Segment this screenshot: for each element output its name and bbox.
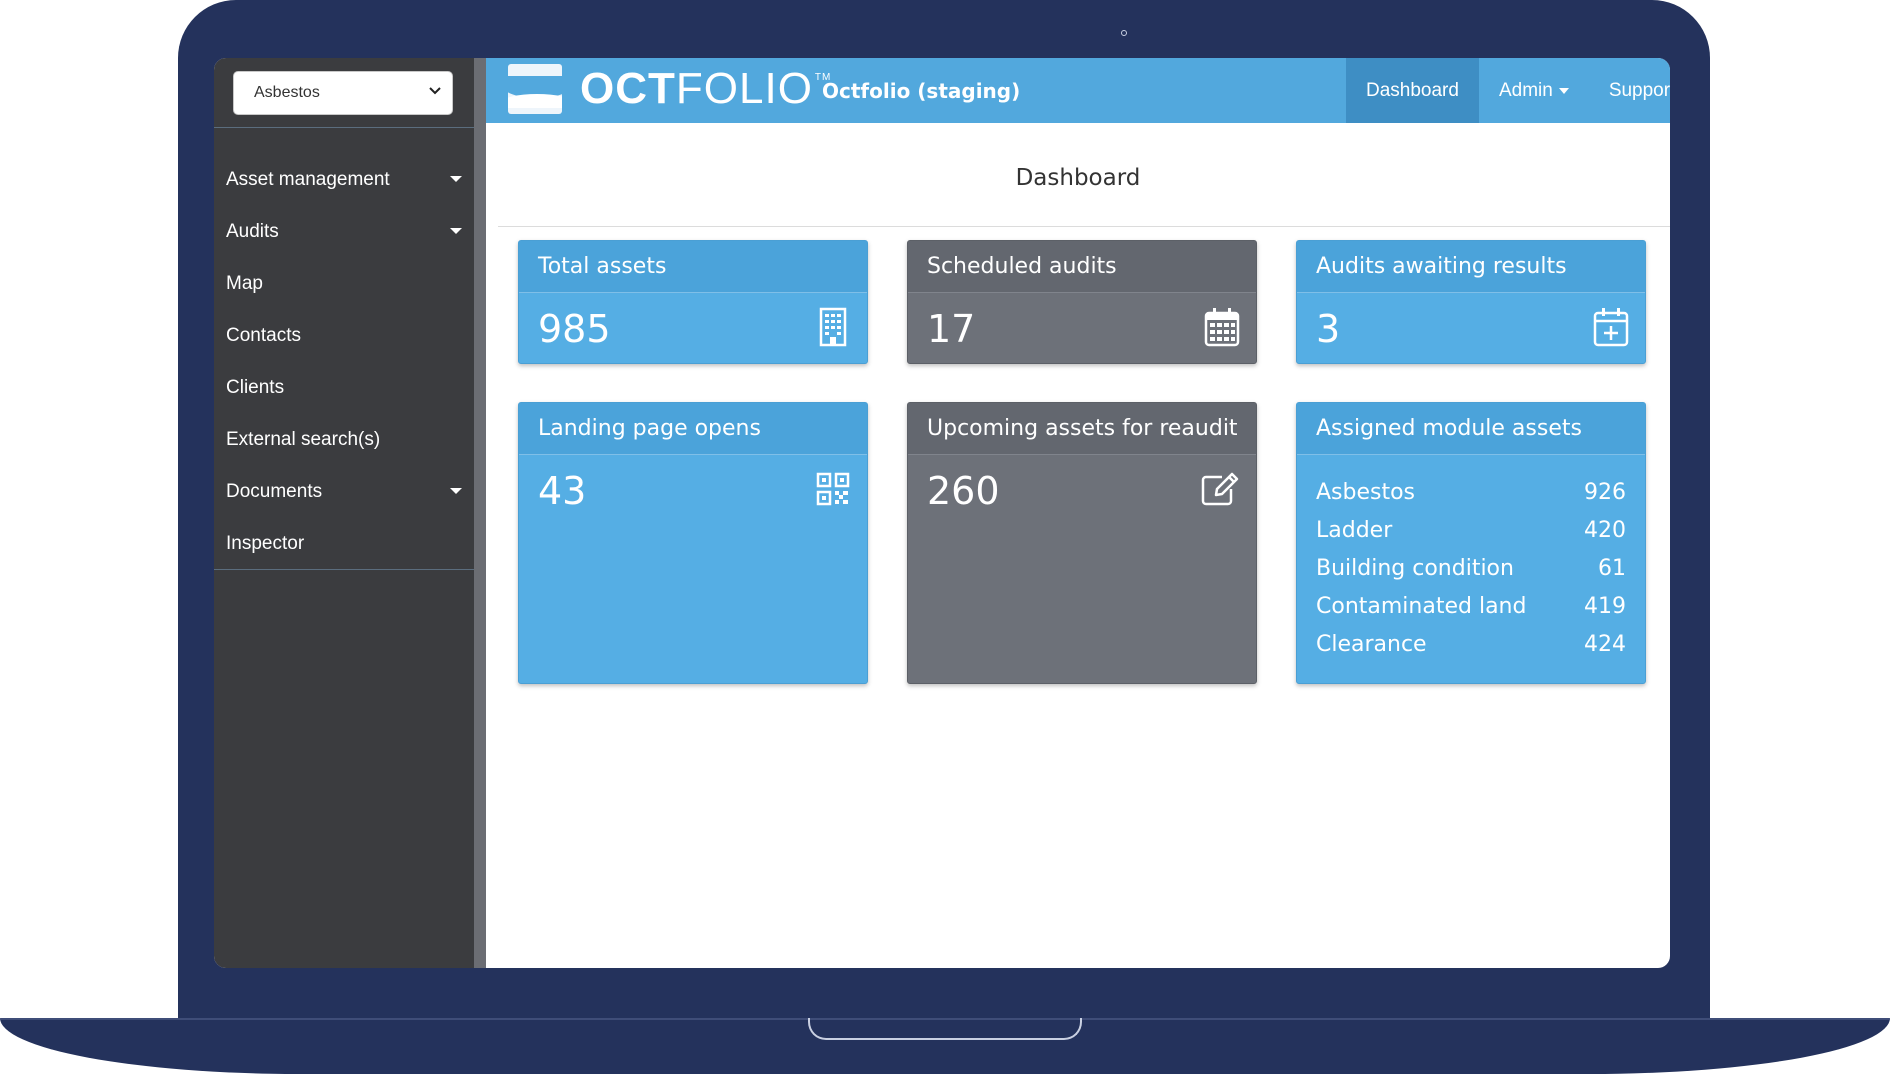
card-title: Landing page opens	[519, 403, 867, 455]
sidebar-item-label: Inspector	[226, 533, 305, 554]
card-total-assets[interactable]: Total assets 985	[518, 240, 868, 364]
sidebar-item-label: Audits	[226, 221, 279, 242]
edit-icon	[1200, 469, 1240, 509]
card-landing-page-opens[interactable]: Landing page opens 43	[518, 402, 868, 684]
module-count: 420	[1584, 517, 1626, 543]
sidebar-item-asset-management[interactable]: Asset management	[214, 154, 474, 206]
sidebar: Asbestos Asset management Audits Map Con…	[214, 58, 474, 968]
nav-support[interactable]: Support	[1589, 58, 1670, 123]
card-audits-awaiting-results[interactable]: Audits awaiting results 3	[1296, 240, 1646, 364]
sidebar-item-label: Documents	[226, 481, 323, 502]
card-assigned-module-assets[interactable]: Assigned module assets Asbestos 926 Ladd…	[1296, 402, 1646, 684]
module-count: 926	[1584, 479, 1626, 505]
logo-bold-text: OCT	[580, 64, 676, 113]
module-select-value: Asbestos	[254, 84, 320, 101]
module-count: 419	[1584, 593, 1626, 619]
qr-code-icon	[815, 469, 851, 509]
octfolio-logo-text[interactable]: OCT FOLIO TM	[580, 64, 831, 114]
module-name: Ladder	[1316, 517, 1393, 543]
calendar-plus-icon	[1593, 307, 1629, 347]
card-upcoming-assets-reaudit[interactable]: Upcoming assets for reaudit 260	[907, 402, 1257, 684]
module-name: Building condition	[1316, 555, 1514, 581]
app-screen: Asbestos Asset management Audits Map Con…	[214, 58, 1670, 968]
module-name: Asbestos	[1316, 479, 1416, 505]
sidebar-item-audits[interactable]: Audits	[214, 206, 474, 258]
sidebar-divider	[214, 569, 474, 570]
module-count: 424	[1584, 631, 1626, 657]
top-navbar: OCT FOLIO TM Octfolio (staging) Dashboard …	[486, 58, 1670, 123]
camera-dot	[1121, 30, 1127, 36]
caret-down-icon	[450, 488, 462, 494]
module-select[interactable]: Asbestos	[233, 71, 453, 115]
title-divider	[498, 226, 1670, 227]
sidebar-item-documents[interactable]: Documents	[214, 466, 474, 518]
sidebar-item-external-search[interactable]: External search(s)	[214, 414, 474, 466]
sidebar-scrollbar[interactable]	[474, 58, 486, 968]
card-value: 43	[538, 469, 587, 513]
module-count: 61	[1598, 555, 1626, 581]
sidebar-item-contacts[interactable]: Contacts	[214, 310, 474, 362]
caret-down-icon	[450, 228, 462, 234]
card-title: Total assets	[519, 241, 867, 293]
list-item[interactable]: Ladder 420	[1316, 511, 1626, 549]
sidebar-item-inspector[interactable]: Inspector	[214, 518, 474, 570]
nav-admin-label: Admin	[1498, 79, 1553, 101]
caret-down-icon	[450, 176, 462, 182]
nav-dashboard[interactable]: Dashboard	[1346, 58, 1479, 123]
card-scheduled-audits[interactable]: Scheduled audits 17	[907, 240, 1257, 364]
building-icon	[815, 307, 851, 347]
card-value: 260	[927, 469, 1000, 513]
list-item[interactable]: Clearance 424	[1316, 625, 1626, 663]
nav-dashboard-label: Dashboard	[1366, 79, 1459, 101]
sidebar-item-label: External search(s)	[226, 429, 381, 450]
sidebar-item-clients[interactable]: Clients	[214, 362, 474, 414]
list-item[interactable]: Building condition 61	[1316, 549, 1626, 587]
module-asset-list: Asbestos 926 Ladder 420 Building conditi…	[1316, 473, 1626, 663]
card-title: Scheduled audits	[908, 241, 1256, 293]
nav-support-label: Support	[1608, 79, 1670, 101]
caret-down-icon	[1558, 87, 1569, 94]
octfolio-logo-icon[interactable]	[508, 64, 562, 114]
sidebar-item-label: Map	[226, 273, 263, 294]
sidebar-item-label: Contacts	[226, 325, 301, 346]
logo-light-text: FOLIO	[675, 64, 813, 113]
card-value: 3	[1316, 307, 1341, 351]
module-name: Clearance	[1316, 631, 1427, 657]
module-name: Contaminated land	[1316, 593, 1527, 619]
list-item[interactable]: Contaminated land 419	[1316, 587, 1626, 625]
calendar-icon	[1204, 307, 1240, 347]
card-title: Assigned module assets	[1297, 403, 1645, 455]
card-title: Audits awaiting results	[1297, 241, 1645, 293]
nav-admin[interactable]: Admin	[1479, 58, 1589, 123]
laptop-notch	[808, 1018, 1082, 1040]
list-item[interactable]: Asbestos 926	[1316, 473, 1626, 511]
environment-title: Octfolio (staging)	[822, 78, 1021, 103]
sidebar-nav: Asset management Audits Map Contacts Cli…	[214, 154, 474, 570]
top-nav: Dashboard Admin Support	[1346, 58, 1670, 123]
card-title: Upcoming assets for reaudit	[908, 403, 1256, 455]
card-value: 17	[927, 307, 976, 351]
card-value: 985	[538, 307, 611, 351]
page-title: Dashboard	[1015, 165, 1141, 191]
sidebar-item-label: Asset management	[226, 169, 390, 190]
sidebar-item-label: Clients	[226, 377, 285, 398]
chevron-down-icon	[428, 84, 442, 101]
module-select-container: Asbestos	[214, 58, 474, 128]
sidebar-item-map[interactable]: Map	[214, 258, 474, 310]
